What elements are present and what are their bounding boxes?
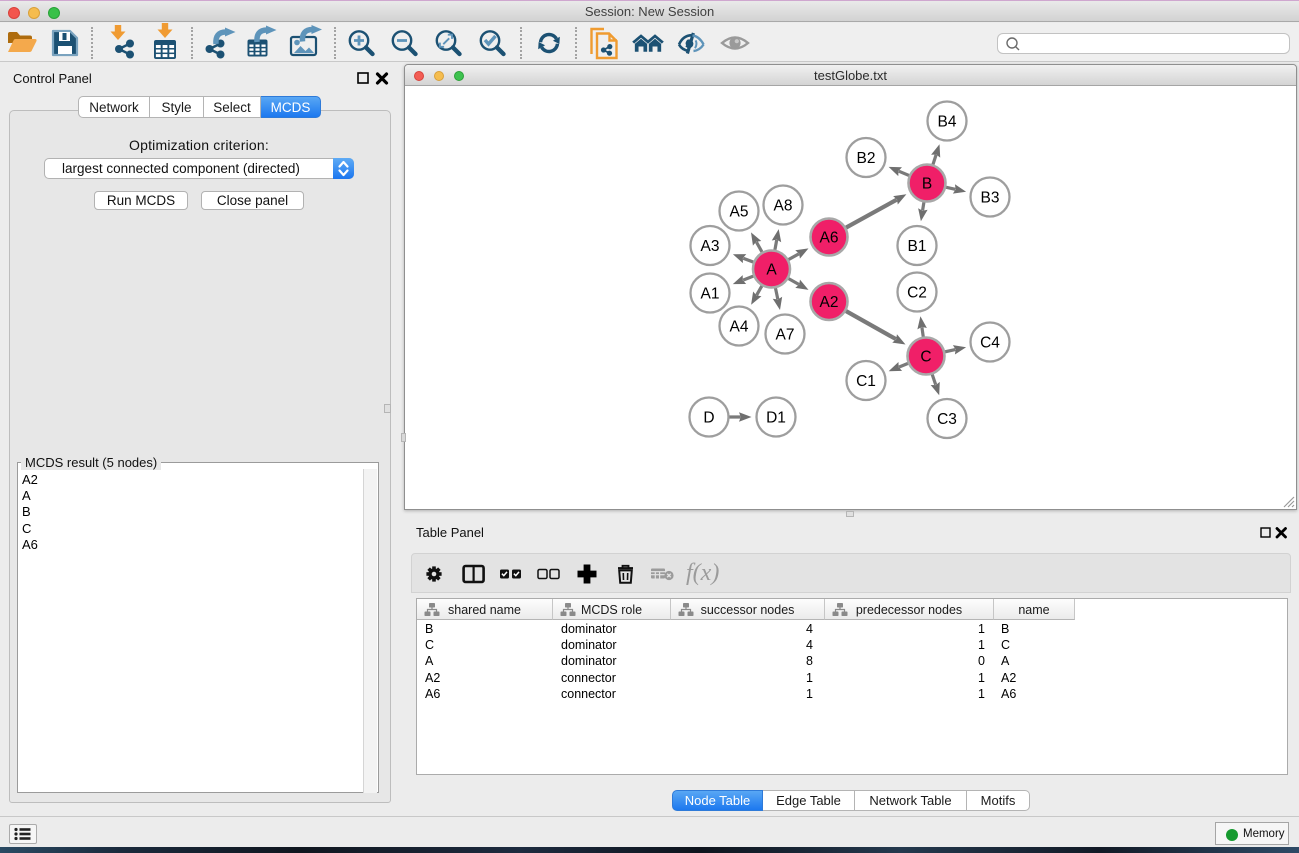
svg-text:A6: A6 bbox=[820, 229, 839, 246]
svg-text:A3: A3 bbox=[701, 238, 720, 255]
svg-text:B3: B3 bbox=[981, 189, 1000, 206]
svg-text:B2: B2 bbox=[857, 150, 876, 167]
svg-text:C: C bbox=[920, 348, 931, 365]
svg-text:A2: A2 bbox=[820, 294, 839, 311]
svg-text:D: D bbox=[703, 409, 714, 426]
svg-text:B: B bbox=[922, 175, 932, 192]
svg-text:C2: C2 bbox=[907, 284, 927, 301]
svg-text:A4: A4 bbox=[730, 318, 749, 335]
svg-text:B1: B1 bbox=[908, 238, 927, 255]
svg-text:A7: A7 bbox=[776, 326, 795, 343]
svg-text:D1: D1 bbox=[766, 409, 786, 426]
svg-text:A8: A8 bbox=[774, 197, 793, 214]
svg-text:C3: C3 bbox=[937, 411, 957, 428]
svg-text:A5: A5 bbox=[730, 203, 749, 220]
svg-text:C1: C1 bbox=[856, 373, 876, 390]
svg-text:A1: A1 bbox=[701, 285, 720, 302]
svg-text:C4: C4 bbox=[980, 334, 1000, 351]
svg-text:A: A bbox=[766, 261, 777, 278]
svg-text:B4: B4 bbox=[938, 113, 957, 130]
